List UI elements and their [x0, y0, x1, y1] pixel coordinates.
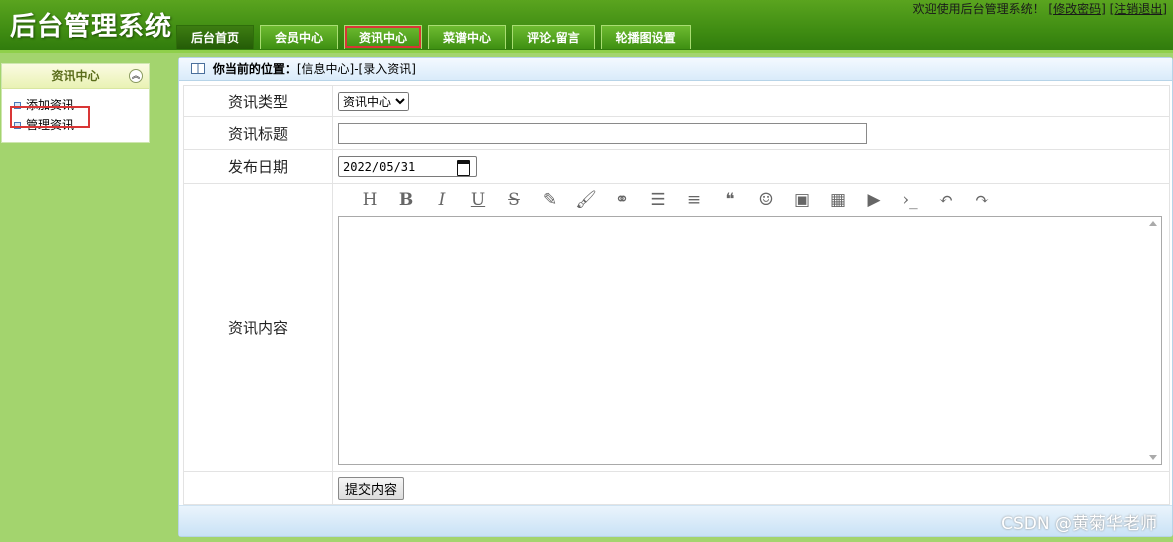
- video-icon[interactable]: ▶: [856, 189, 892, 211]
- chevron-double-up-icon[interactable]: ︽: [129, 69, 143, 83]
- bold-icon[interactable]: B: [388, 189, 424, 211]
- welcome-text: 欢迎使用后台管理系统！: [912, 2, 1045, 16]
- emoji-icon[interactable]: ☺: [748, 189, 784, 211]
- breadcrumb: 你当前的位置：[信息中心]-[录入资讯]: [179, 58, 1172, 81]
- italic-icon[interactable]: I: [424, 189, 460, 211]
- list-icon[interactable]: ☰: [640, 189, 676, 211]
- logout-link[interactable]: [注销退出]: [1110, 2, 1167, 16]
- sidebar-menu-title: 资讯中心: [51, 69, 100, 83]
- pen-icon[interactable]: ✎: [532, 189, 568, 211]
- content-panel: 你当前的位置：[信息中心]-[录入资讯] 资讯类型 资讯中心 资讯标题 发布日期: [178, 57, 1173, 537]
- underline-icon[interactable]: U: [460, 189, 496, 211]
- main-nav: 后台首页 会员中心 资讯中心 菜谱中心 评论.留言 轮播图设置: [176, 25, 691, 50]
- content-editor[interactable]: [338, 216, 1162, 465]
- submit-cell: 提交内容: [332, 471, 1170, 505]
- type-select[interactable]: 资讯中心: [338, 92, 409, 111]
- editor-scrollbar[interactable]: [1145, 217, 1161, 464]
- change-password-link[interactable]: [修改密码]: [1048, 2, 1105, 16]
- window-icon: [191, 63, 205, 74]
- welcome-bar: 欢迎使用后台管理系统！ [修改密码] [注销退出]: [913, 0, 1167, 17]
- redo-icon[interactable]: ↷: [964, 189, 1000, 211]
- date-input[interactable]: 2022/05/31: [338, 156, 477, 177]
- type-cell: 资讯中心: [332, 85, 1170, 117]
- title-cell: [332, 116, 1170, 150]
- image-icon[interactable]: ▣: [784, 189, 820, 211]
- strikethrough-icon[interactable]: S: [496, 189, 532, 211]
- news-form: 资讯类型 资讯中心 资讯标题 发布日期 2022/05/31 资讯内容 H B …: [183, 85, 1170, 505]
- align-icon[interactable]: ≡: [676, 189, 712, 211]
- date-value: 2022/05/31: [343, 160, 416, 174]
- tab-home[interactable]: 后台首页: [176, 25, 255, 49]
- app-title: 后台管理系统: [10, 12, 173, 42]
- heading-icon[interactable]: H: [352, 189, 388, 211]
- tab-recipes[interactable]: 菜谱中心: [428, 25, 507, 49]
- type-label: 资讯类型: [183, 85, 333, 117]
- editor-toolbar: H B I U S ✎ 🖌 ⚭ ☰ ≡ ❝ ☺ ▣ ▦ ▶ ›_ ↶ ↷: [338, 184, 1169, 216]
- tab-members[interactable]: 会员中心: [260, 25, 339, 49]
- watermark: CSDN @黄菊华老师: [1001, 514, 1157, 534]
- content-label: 资讯内容: [183, 183, 333, 472]
- breadcrumb-path: [信息中心]-[录入资讯]: [296, 62, 416, 76]
- highlight-box: [10, 106, 90, 128]
- scroll-up-icon[interactable]: [1149, 221, 1157, 226]
- undo-icon[interactable]: ↶: [928, 189, 964, 211]
- sidebar-menu: 资讯中心 ︽ 添加资讯 管理资讯: [1, 63, 150, 143]
- scroll-down-icon[interactable]: [1149, 455, 1157, 460]
- date-cell: 2022/05/31: [332, 149, 1170, 184]
- link-icon[interactable]: ⚭: [604, 189, 640, 211]
- table-icon[interactable]: ▦: [820, 189, 856, 211]
- brush-icon[interactable]: 🖌: [568, 189, 604, 211]
- tab-carousel[interactable]: 轮播图设置: [600, 25, 691, 49]
- title-label: 资讯标题: [183, 116, 333, 150]
- content-cell: H B I U S ✎ 🖌 ⚭ ☰ ≡ ❝ ☺ ▣ ▦ ▶ ›_ ↶ ↷: [332, 183, 1170, 472]
- sidebar: 资讯中心 ︽ 添加资讯 管理资讯: [0, 53, 175, 542]
- code-icon[interactable]: ›_: [892, 189, 928, 211]
- breadcrumb-label: 你当前的位置：: [212, 62, 297, 76]
- top-header: 后台管理系统 欢迎使用后台管理系统！ [修改密码] [注销退出] 后台首页 会员…: [0, 0, 1173, 52]
- sidebar-menu-header[interactable]: 资讯中心 ︽: [2, 64, 149, 89]
- submit-button[interactable]: 提交内容: [338, 477, 405, 500]
- title-input[interactable]: [338, 122, 867, 144]
- main-area: 你当前的位置：[信息中心]-[录入资讯] 资讯类型 资讯中心 资讯标题 发布日期: [175, 53, 1173, 542]
- submit-label-cell: [183, 471, 333, 505]
- quote-icon[interactable]: ❝: [712, 189, 748, 211]
- date-label: 发布日期: [183, 149, 333, 184]
- calendar-icon[interactable]: [457, 160, 470, 176]
- tab-comments[interactable]: 评论.留言: [512, 25, 595, 49]
- tab-news[interactable]: 资讯中心: [344, 25, 423, 49]
